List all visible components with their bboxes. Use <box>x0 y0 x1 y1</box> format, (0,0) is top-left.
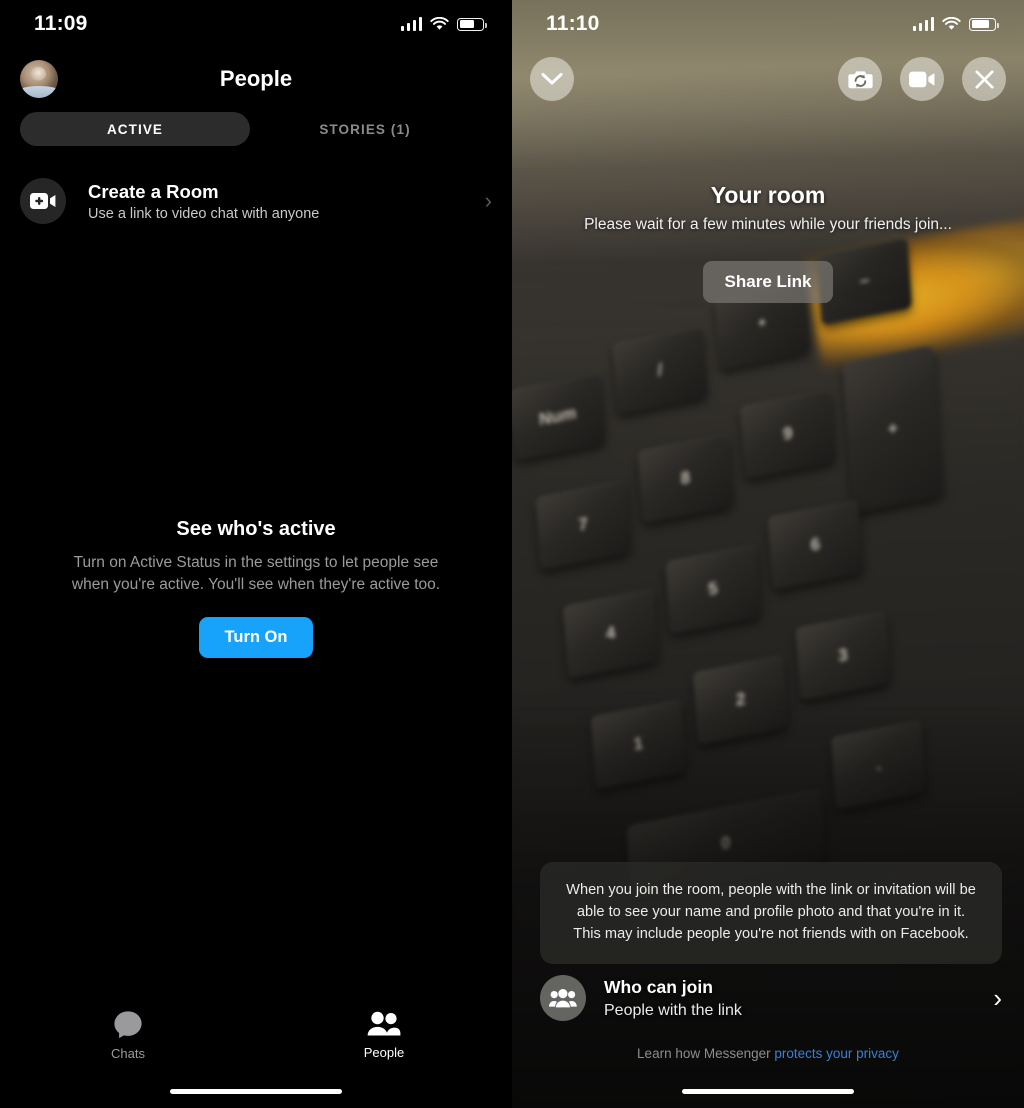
who-can-join-row[interactable]: Who can join People with the link › <box>540 975 1002 1021</box>
video-camera-icon <box>909 71 935 87</box>
privacy-policy-link[interactable]: protects your privacy <box>774 1046 899 1061</box>
video-camera-button[interactable] <box>900 57 944 101</box>
people-header: People <box>0 48 512 110</box>
signal-bars-icon <box>400 17 422 31</box>
status-bar-right: 11:10 <box>512 0 1024 48</box>
battery-icon <box>969 17 999 31</box>
bottom-tab-bar: Chats People <box>0 1000 512 1070</box>
signal-bars-icon <box>912 17 934 31</box>
tab-switcher: ACTIVE STORIES (1) <box>0 112 512 146</box>
home-indicator-right <box>682 1089 854 1094</box>
create-room-title: Create a Room <box>88 180 219 202</box>
room-title: Your room <box>710 182 826 208</box>
status-icons <box>912 17 999 31</box>
privacy-notice: When you join the room, people with the … <box>540 862 1002 964</box>
chevron-right-icon[interactable]: › <box>485 190 492 212</box>
page-title: People <box>219 66 293 91</box>
chevron-right-icon[interactable]: › <box>993 985 1002 1011</box>
empty-state-title: See who's active <box>176 518 336 540</box>
tab-bar-item-people[interactable]: People <box>256 1011 512 1060</box>
flip-camera-button[interactable] <box>838 57 882 101</box>
video-camera-plus-icon <box>20 178 66 224</box>
chat-bubble-icon <box>114 1010 142 1038</box>
avatar[interactable] <box>20 60 58 98</box>
privacy-footer: Learn how Messenger protects your privac… <box>512 1046 1024 1061</box>
minimize-button[interactable] <box>530 57 574 101</box>
who-can-join-title: Who can join <box>604 976 713 997</box>
create-room-row[interactable]: Create a Room Use a link to video chat w… <box>0 172 512 230</box>
flip-camera-icon <box>847 70 873 88</box>
room-top-controls <box>512 48 1024 110</box>
tab-bar-item-chats[interactable]: Chats <box>0 1010 256 1061</box>
status-bar-left: 11:09 <box>0 0 512 48</box>
create-room-subtitle: Use a link to video chat with anyone <box>88 206 320 223</box>
turn-on-button[interactable]: Turn On <box>198 616 314 658</box>
room-hero: Your room Please wait for a few minutes … <box>512 182 1024 303</box>
tab-active[interactable]: ACTIVE <box>20 112 250 146</box>
close-icon <box>974 69 994 89</box>
who-can-join-value: People with the link <box>604 1001 742 1019</box>
people-icon <box>367 1011 401 1035</box>
battery-icon <box>457 17 487 31</box>
room-subtitle: Please wait for a few minutes while your… <box>584 216 952 233</box>
dual-screenshot: 11:09 People ACTIVE STORIES (1) Create a… <box>0 0 1024 1108</box>
create-room-text: Create a Room Use a link to video chat w… <box>88 180 485 222</box>
status-icons <box>400 17 487 31</box>
privacy-footer-text: Learn how Messenger <box>637 1046 771 1061</box>
status-time: 11:09 <box>34 12 88 35</box>
wifi-icon <box>942 17 961 30</box>
room-right-controls <box>838 57 1006 101</box>
empty-state-description: Turn on Active Status in the settings to… <box>71 554 441 594</box>
share-link-button[interactable]: Share Link <box>702 261 834 303</box>
chevron-down-icon <box>541 73 563 85</box>
tab-bar-label-people: People <box>363 1044 405 1060</box>
status-time: 11:10 <box>546 12 600 35</box>
people-screen: 11:09 People ACTIVE STORIES (1) Create a… <box>0 0 512 1108</box>
wifi-icon <box>430 17 449 30</box>
room-screen: Num / * − 7 8 9 + 4 5 6 1 2 3 0 . 1 <box>512 0 1024 1108</box>
close-button[interactable] <box>962 57 1006 101</box>
group-people-icon <box>540 975 586 1021</box>
tab-bar-label-chats: Chats <box>111 1045 145 1061</box>
active-status-empty-state: See who's active Turn on Active Status i… <box>0 518 512 658</box>
tab-stories[interactable]: STORIES (1) <box>250 112 480 146</box>
who-can-join-text: Who can join People with the link <box>604 977 975 1020</box>
home-indicator-left <box>170 1089 342 1094</box>
